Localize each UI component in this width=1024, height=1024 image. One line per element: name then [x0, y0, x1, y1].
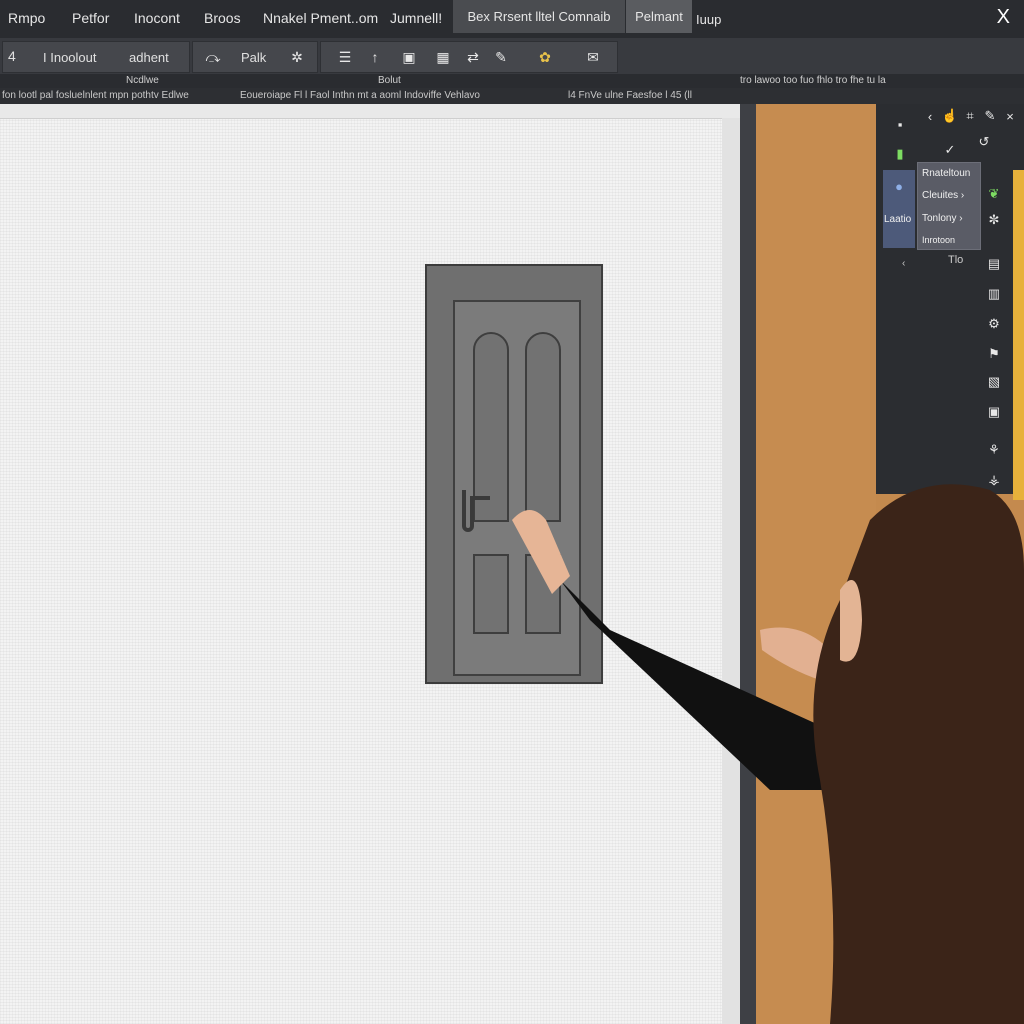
panel-label-mid: Bolut [378, 75, 401, 86]
panel-label-right: tro lawoo too fuo fhlo tro fhe tu la [740, 75, 886, 86]
side-label[interactable]: Laatio [884, 214, 911, 225]
accent-strip [1013, 170, 1024, 500]
person-arm [560, 580, 830, 790]
doc-icon[interactable]: ▤ [984, 254, 1004, 274]
frame-icon-2[interactable]: ▣ [984, 402, 1004, 422]
toolbar: 4 I Inoolout adhent ⤼ Palk ✲ ☰ ↑ ▣ ▦ ⇄ ✎… [0, 38, 1024, 75]
box-icon[interactable]: ▧ [984, 372, 1004, 392]
panel-label-left: Ncdlwe [126, 75, 159, 86]
menu-item-1[interactable]: Rmpo [8, 10, 45, 26]
tool-group-path: ⤼ Palk ✲ [192, 41, 318, 73]
flyout-item-3[interactable]: Tonlony › [922, 213, 963, 224]
panel-below-label: Tlo [948, 254, 964, 266]
close-small-icon[interactable]: × [1000, 106, 1020, 126]
marker-icon[interactable]: ✎ [491, 47, 511, 67]
grid-icon[interactable]: ⌗ [960, 106, 980, 126]
menu-item-3[interactable]: Inocont [134, 10, 180, 26]
collapse-icon[interactable]: ‹ [902, 258, 905, 269]
flyout-menu: Rnateltoun Cleuites › Tonlony › Inrotoon [917, 162, 981, 250]
person-hair [813, 484, 1024, 1024]
menu-item-2[interactable]: Petfor [72, 10, 109, 26]
status-strip: fon lootl pal fosluelnlent mpn pothtv Ed… [0, 88, 1024, 104]
arrows-icon[interactable]: ⇄ [463, 47, 483, 67]
tree-icon[interactable]: ✼ [984, 210, 1004, 230]
arrow-up-icon[interactable]: ↑ [365, 47, 385, 67]
flag-icon[interactable]: ⚑ [984, 344, 1004, 364]
door-handle-icon [462, 490, 490, 532]
menu-bar: Rmpo Petfor Inocont Broos Nnakel Pment..… [0, 0, 1024, 38]
frame-icon[interactable]: ▦ [433, 47, 453, 67]
mark-icon[interactable]: ✓ [940, 140, 960, 160]
square-icon[interactable]: ▪ [890, 114, 910, 134]
side-button-stack: ● Laatio [883, 170, 915, 248]
toolbar-label-3[interactable]: Palk [241, 50, 266, 65]
toolbar-number[interactable]: 4 [8, 48, 16, 64]
ruler [0, 104, 740, 119]
tool-group-text: 4 I Inoolout adhent [2, 41, 190, 73]
status-text-2: Eoueroiape Fl l Faol Inthn mt a aoml Ind… [240, 90, 480, 101]
panel-labels-row: Ncdlwe Bolut tro lawoo too fuo fhlo tro … [0, 74, 1024, 88]
menu-item-6[interactable]: Jumnell! [390, 10, 442, 26]
chat-icon[interactable]: ✉ [583, 47, 603, 67]
tool-group-icons: ☰ ↑ ▣ ▦ ⇄ ✎ ✿ ✉ [320, 41, 618, 73]
menu-item-5[interactable]: Nnakel Pment..om [263, 10, 378, 26]
undo-icon[interactable]: ↺ [974, 132, 994, 152]
gear-icon[interactable]: ⚙ [984, 314, 1004, 334]
cursor-icon[interactable]: ⤼ [203, 47, 223, 67]
person-hand [512, 510, 570, 594]
flyout-item-2[interactable]: Cleuites › [922, 190, 964, 201]
settings-icon[interactable]: ✲ [287, 47, 307, 67]
leaf-icon[interactable]: ❦ [984, 184, 1004, 204]
close-button[interactable]: X [997, 6, 1010, 29]
toolbar-label-2[interactable]: adhent [129, 50, 169, 65]
toolbar-label-1[interactable]: I Inoolout [43, 50, 97, 65]
menu-item-4[interactable]: Broos [204, 10, 241, 26]
pen-icon[interactable]: ✎ [980, 106, 1000, 126]
status-text-3: l4 FnVe ulne Faesfoe l 45 (ll [568, 90, 692, 101]
tab-active[interactable]: Bex Rrsent lltel Comnaib [453, 0, 625, 33]
status-text-1: fon lootl pal fosluelnlent mpn pothtv Ed… [2, 90, 189, 101]
branch-icon[interactable]: ⚘ [984, 440, 1004, 460]
touch-icon[interactable]: ☝ [940, 106, 960, 126]
arrow-icon[interactable]: ‹ [920, 106, 940, 126]
tab-second[interactable]: Pelmant [626, 0, 692, 33]
person-photo [512, 484, 1024, 1024]
circle-icon[interactable]: ● [889, 176, 909, 196]
palette-icon[interactable]: ✿ [535, 47, 555, 67]
flyout-item-1[interactable]: Rnateltoun [922, 168, 970, 179]
list-icon[interactable]: ☰ [335, 47, 355, 67]
check-icon[interactable]: ▮ [890, 144, 910, 164]
page-icon[interactable]: ▥ [984, 284, 1004, 304]
menu-item-help[interactable]: Iuup [696, 12, 721, 27]
image-icon[interactable]: ▣ [399, 47, 419, 67]
flyout-item-4[interactable]: Inrotoon [922, 235, 955, 245]
